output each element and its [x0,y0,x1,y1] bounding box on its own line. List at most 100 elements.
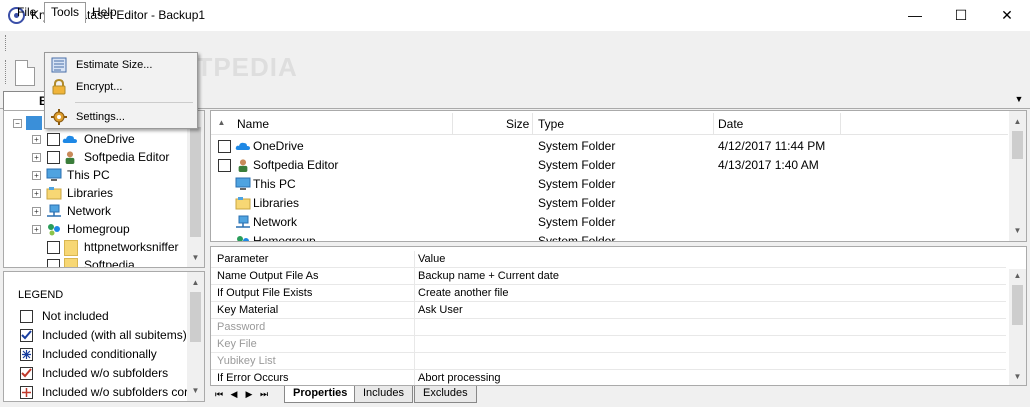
menu-item-estimate-size[interactable]: Estimate Size... [46,55,196,75]
legend-included-icon [20,329,33,342]
expand-icon[interactable]: + [32,189,41,198]
menu-item-encrypt[interactable]: Encrypt... [46,77,196,97]
expand-icon[interactable]: + [32,153,41,162]
row-name: Softpedia Editor [253,158,339,172]
scroll-thumb[interactable] [1012,285,1023,325]
list-row[interactable]: OneDrive System Folder 4/12/2017 11:44 P… [211,137,1008,156]
expand-icon[interactable]: + [32,207,41,216]
scroll-down-icon[interactable]: ▼ [1009,226,1026,235]
scroll-down-icon[interactable]: ▼ [1009,372,1026,381]
list-row[interactable]: Libraries System Folder [211,194,1008,213]
row-checkbox[interactable] [218,140,231,153]
scroll-down-icon[interactable]: ▼ [187,253,204,262]
column-type-header[interactable]: Type [538,117,564,131]
value-header: Value [418,253,446,265]
expand-icon[interactable]: + [32,225,41,234]
row-name: OneDrive [253,139,304,153]
legend-title: LEGEND [18,289,64,301]
legend-label: Included w/o subfolders [42,366,169,380]
parameter-header: Parameter [217,253,269,265]
menu-item-settings[interactable]: Settings... [46,107,196,127]
property-row[interactable]: If Error Occurs Abort processing [211,370,1006,385]
folder-tree[interactable]: − + OneDrive + Softpedia Editor + This P… [3,110,205,268]
new-document-icon[interactable] [15,60,35,86]
computer-icon [235,177,251,190]
list-row[interactable]: Softpedia Editor System Folder 4/13/2017… [211,156,1008,175]
expand-icon[interactable]: + [32,171,41,180]
column-date-header[interactable]: Date [718,117,743,131]
tree-item-label: Softpedia Editor [84,150,170,164]
property-row[interactable]: Key Material Ask User [211,302,1006,319]
property-value[interactable]: Backup name + Current date [418,270,559,282]
properties-grid[interactable]: Parameter Value Name Output File As Back… [210,246,1027,386]
sort-up-icon[interactable]: ▲ [213,118,230,127]
tab-list-dropdown-icon[interactable]: ▼ [1012,92,1026,106]
next-tab-icon[interactable]: ▶ [243,389,255,400]
row-name: Libraries [253,196,300,210]
menu-tools[interactable]: Tools [44,2,87,23]
user-icon [238,159,248,172]
column-size-header[interactable]: Size [506,117,529,131]
scroll-up-icon[interactable]: ▲ [1009,117,1026,126]
minimize-button[interactable]: — [892,0,938,31]
row-type: System Folder [538,196,616,210]
row-name: Network [253,215,298,229]
property-row[interactable]: If Output File Exists Create another fil… [211,285,1006,302]
tree-checkbox[interactable] [47,151,60,164]
tab-properties[interactable]: Properties [284,386,357,403]
legend-scrollbar[interactable]: ▲ ▼ [187,272,204,401]
scroll-up-icon[interactable]: ▲ [1009,271,1026,280]
estimate-icon [51,57,67,73]
homegroup-icon [48,224,60,236]
menu-item-label: Estimate Size... [76,59,153,71]
maximize-button[interactable]: ☐ [938,0,984,31]
list-row[interactable]: Network System Folder [211,213,1008,232]
tab-includes[interactable]: Includes [354,386,413,403]
tree-checkbox[interactable] [47,259,60,267]
scroll-thumb[interactable] [1012,131,1023,159]
property-row: Yubikey List [211,353,1006,370]
property-name: Yubikey List [217,355,276,367]
scroll-thumb[interactable] [190,127,201,237]
scroll-thumb[interactable] [190,292,201,342]
property-value[interactable]: Abort processing [418,372,501,384]
tree-checkbox[interactable] [47,133,60,146]
row-checkbox[interactable] [218,159,231,172]
tools-dropdown-menu: Estimate Size... Encrypt... Settings... [44,52,198,129]
tree-checkbox[interactable] [47,241,60,254]
folder-icon [64,240,78,256]
expand-icon[interactable]: + [32,135,41,144]
lock-icon [52,79,66,95]
row-name: This PC [253,177,296,191]
scroll-down-icon[interactable]: ▼ [187,386,204,395]
tree-scrollbar[interactable]: ▲ ▼ [187,111,204,267]
close-button[interactable]: ✕ [984,0,1030,31]
legend-no-subfolders-icon [20,367,33,380]
menu-item-label: Settings... [76,111,125,123]
toolbar-grip[interactable] [5,60,8,84]
file-list[interactable]: ▲ Name Size Type Date OneDrive System Fo… [210,110,1027,242]
menu-help[interactable]: Help [86,3,123,21]
scroll-up-icon[interactable]: ▲ [187,278,204,287]
list-row[interactable]: Homegroup System Folder [211,232,1008,241]
menu-bar [0,31,1030,53]
tab-excludes[interactable]: Excludes [414,386,477,403]
property-value[interactable]: Create another file [418,287,509,299]
row-date: 4/13/2017 1:40 AM [718,158,819,172]
property-value[interactable]: Ask User [418,304,463,316]
properties-scrollbar[interactable]: ▲ ▼ [1009,269,1026,385]
first-tab-icon[interactable]: ⏮ [213,389,225,400]
prev-tab-icon[interactable]: ◀ [228,389,240,400]
menu-file[interactable]: File [11,3,42,21]
cloud-icon [235,142,250,150]
property-row[interactable]: Name Output File As Backup name + Curren… [211,268,1006,285]
property-name: If Error Occurs [217,372,289,384]
menubar-grip[interactable] [5,35,8,51]
list-row[interactable]: This PC System Folder [211,175,1008,194]
collapse-icon[interactable]: − [13,119,22,128]
desktop-icon [26,116,42,130]
column-name-header[interactable]: Name [237,117,269,131]
list-scrollbar[interactable]: ▲ ▼ [1009,111,1026,241]
user-icon [65,151,75,164]
last-tab-icon[interactable]: ⏭ [258,389,270,400]
